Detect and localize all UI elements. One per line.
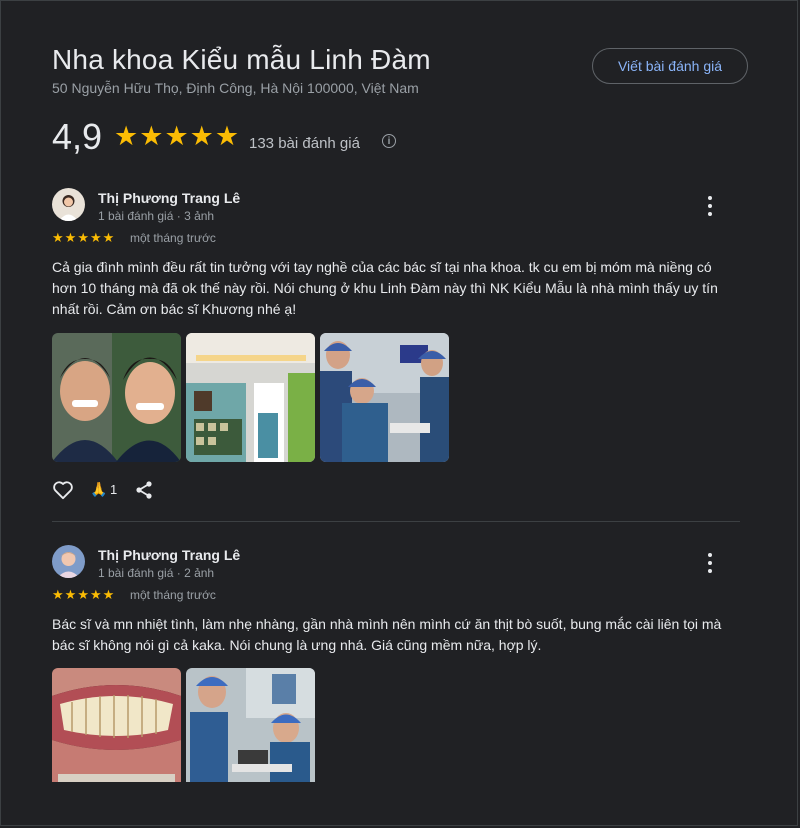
star-icon: ★ — [114, 121, 139, 151]
rating-stars: ★ ★ ★ ★ ★ — [114, 121, 239, 151]
info-icon[interactable]: i — [382, 134, 396, 148]
star-icon: ★ — [214, 121, 240, 151]
heart-icon[interactable] — [52, 480, 74, 500]
review-photo-clinic[interactable] — [186, 333, 315, 462]
more-options-icon[interactable] — [702, 196, 718, 216]
rating-score: 4,9 — [52, 116, 103, 157]
review-photo-teeth[interactable] — [52, 668, 181, 782]
reviewer-name[interactable]: Thị Phương Trang Lê — [98, 190, 240, 206]
reviewer-name[interactable]: Thị Phương Trang Lê — [98, 547, 240, 563]
review-time: một tháng trước — [130, 588, 216, 602]
star-icon: ★ — [139, 121, 164, 151]
review-time: một tháng trước — [130, 231, 216, 245]
star-icon: ★ — [102, 587, 115, 602]
reviewer-meta: 1 bài đánh giá · 3 ảnh — [98, 209, 215, 223]
pray-reaction-icon[interactable]: 🙏 — [90, 480, 107, 498]
review-stars: ★ ★ ★ ★ ★ — [52, 588, 114, 602]
review-photo-treatment[interactable] — [320, 333, 449, 462]
avatar[interactable] — [52, 545, 85, 578]
business-address: 50 Nguyễn Hữu Thọ, Định Công, Hà Nội 100… — [52, 80, 419, 96]
star-icon: ★ — [52, 230, 64, 245]
star-icon: ★ — [89, 587, 102, 602]
star-icon: ★ — [77, 587, 89, 602]
review-text: Bác sĩ và mn nhiệt tình, làm nhẹ nhàng, … — [52, 616, 722, 653]
review-divider — [52, 521, 740, 522]
star-icon: ★ — [64, 230, 77, 245]
review-photo-procedure[interactable] — [186, 668, 315, 782]
write-review-button[interactable]: Viết bài đánh giá — [592, 48, 748, 84]
star-icon: ★ — [189, 121, 214, 151]
review-text: Cả gia đình mình đều rất tin tưởng với t… — [52, 259, 718, 317]
review-card: Thị Phương Trang Lê 1 bài đánh giá · 3 ả… — [52, 188, 742, 518]
avatar[interactable] — [52, 188, 85, 221]
star-icon: ★ — [77, 230, 89, 245]
review-card: Thị Phương Trang Lê 1 bài đánh giá · 2 ả… — [52, 545, 742, 785]
share-icon[interactable] — [134, 480, 154, 500]
star-icon: ★ — [102, 230, 115, 245]
star-icon: ★ — [164, 121, 189, 151]
star-icon: ★ — [89, 230, 102, 245]
star-icon: ★ — [64, 587, 77, 602]
reaction-count: 1 — [110, 482, 118, 497]
star-icon: ★ — [52, 587, 64, 602]
more-options-icon[interactable] — [702, 553, 718, 573]
review-stars: ★ ★ ★ ★ ★ — [52, 231, 114, 245]
reviewer-meta: 1 bài đánh giá · 2 ảnh — [98, 566, 215, 580]
review-count[interactable]: 133 bài đánh giá — [249, 135, 360, 152]
review-photo-two-boys[interactable] — [52, 333, 181, 462]
business-name: Nha khoa Kiểu mẫu Linh Đàm — [52, 44, 431, 75]
